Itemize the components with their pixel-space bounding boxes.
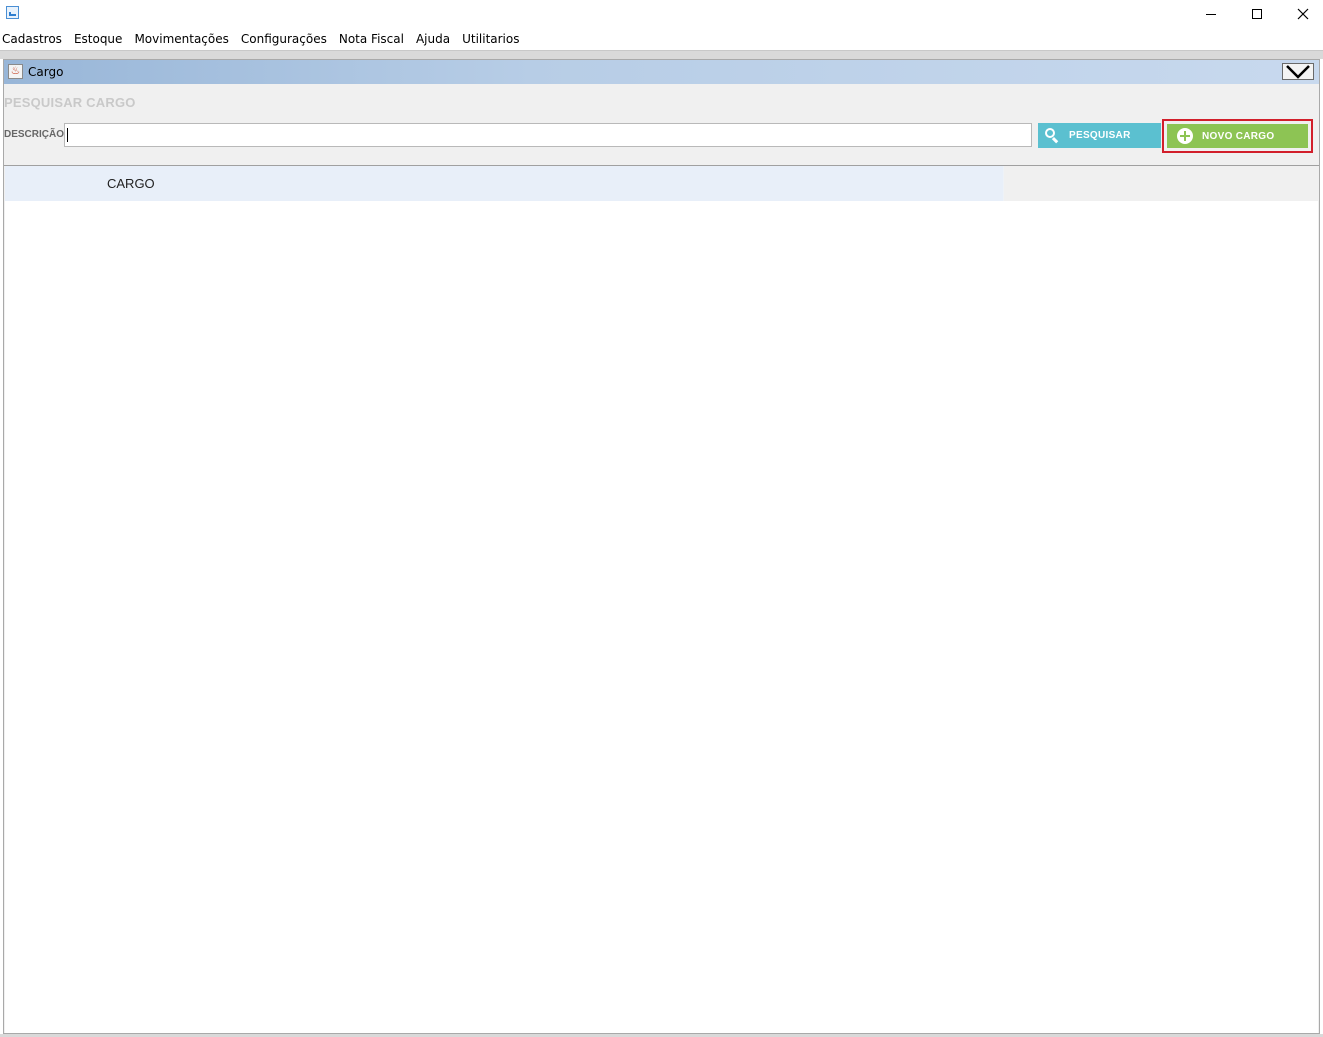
menu-estoque[interactable]: Estoque (68, 29, 129, 50)
text-caret (67, 128, 68, 142)
description-label: DESCRIÇÃO (4, 129, 65, 140)
menu-cadastros[interactable]: Cadastros (0, 29, 68, 50)
search-button-label: PESQUISAR (1069, 130, 1131, 141)
minimize-button[interactable] (1188, 0, 1234, 28)
description-input[interactable] (64, 123, 1032, 147)
cargo-table[interactable]: CARGO (5, 166, 1318, 1033)
new-cargo-button[interactable]: NOVO CARGO (1167, 124, 1308, 148)
menu-movimentacoes[interactable]: Movimentações (128, 29, 234, 50)
section-title: PESQUISAR CARGO (4, 95, 136, 110)
maximize-button[interactable] (1234, 0, 1280, 28)
frame-collapse-button[interactable] (1282, 63, 1314, 80)
menu-ajuda[interactable]: Ajuda (410, 29, 456, 50)
frame-title: Cargo (28, 65, 64, 79)
menu-configuracoes[interactable]: Configurações (235, 29, 333, 50)
app-chart-icon (6, 6, 19, 19)
plus-circle-icon (1177, 128, 1193, 144)
window-titlebar (0, 0, 1323, 28)
frame-content: PESQUISAR CARGO DESCRIÇÃO PESQUISAR NOVO… (4, 84, 1319, 1033)
chevron-down-icon (1286, 65, 1310, 79)
search-icon (1045, 127, 1061, 144)
close-button[interactable] (1280, 0, 1323, 28)
minimize-icon (1206, 13, 1216, 15)
cargo-internal-frame: ♨ Cargo PESQUISAR CARGO DESCRIÇÃO PESQUI… (3, 59, 1320, 1034)
desktop-pane-border (0, 51, 1323, 59)
search-button[interactable]: PESQUISAR (1038, 123, 1161, 148)
menu-utilitarios[interactable]: Utilitarios (456, 29, 525, 50)
column-header-cargo[interactable]: CARGO (5, 166, 1004, 201)
java-cup-icon: ♨ (8, 64, 23, 79)
maximize-icon (1252, 9, 1262, 19)
menu-nota-fiscal[interactable]: Nota Fiscal (333, 29, 410, 50)
column-header-label: CARGO (107, 176, 155, 191)
menu-bar: Cadastros Estoque Movimentações Configur… (0, 29, 1323, 51)
table-header: CARGO (5, 166, 1318, 201)
close-icon (1297, 8, 1309, 20)
frame-titlebar[interactable]: ♨ Cargo (4, 60, 1319, 84)
new-cargo-button-label: NOVO CARGO (1202, 130, 1275, 142)
